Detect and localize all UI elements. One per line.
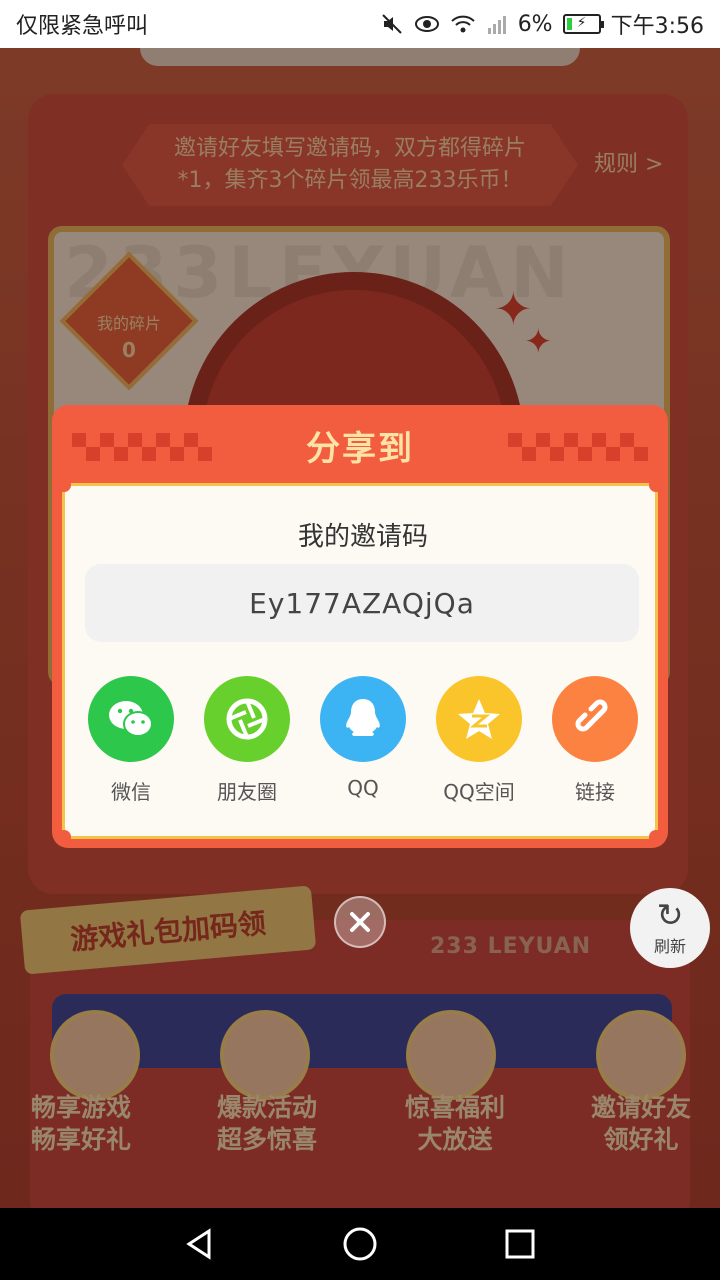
wifi-icon: [451, 15, 475, 33]
wechat-icon[interactable]: [88, 676, 174, 762]
corner-decoration: [649, 830, 663, 844]
share-label: 微信: [111, 780, 151, 804]
home-icon: [343, 1227, 377, 1261]
battery-percent: 6%: [517, 11, 553, 37]
refresh-label: 刷新: [653, 937, 686, 956]
system-nav-bar: [0, 1208, 720, 1280]
dialog-body: 我的邀请码 Ey177AZAQjQa 微信 朋友圈 QQ QQ空间 链接: [57, 478, 663, 844]
carrier-text: 仅限紧急呼叫: [16, 14, 149, 39]
refresh-icon: ↻: [656, 896, 684, 934]
mute-icon: [381, 14, 402, 34]
share-label: QQ空间: [443, 780, 515, 804]
share-link-button[interactable]: 链接: [540, 676, 650, 805]
share-moments-button[interactable]: 朋友圈: [192, 676, 302, 805]
invite-code-field[interactable]: Ey177AZAQjQa: [85, 564, 639, 642]
signal-icon: [487, 16, 506, 34]
back-icon: [186, 1228, 211, 1260]
battery-icon: ⚡: [562, 14, 604, 34]
qq-icon[interactable]: [320, 676, 406, 762]
home-button[interactable]: [330, 1214, 390, 1274]
close-icon: [350, 912, 370, 932]
back-button[interactable]: [170, 1214, 230, 1274]
eye-icon: [414, 16, 439, 32]
recents-button[interactable]: [490, 1214, 550, 1274]
dialog-title: 分享到: [306, 429, 414, 469]
corner-decoration: [57, 478, 71, 492]
status-bar: 仅限紧急呼叫 6% ⚡ 下午3:56: [0, 0, 720, 48]
recents-icon: [505, 1229, 535, 1259]
share-options: 微信 朋友圈 QQ QQ空间 链接: [65, 676, 661, 805]
share-label: QQ: [347, 776, 379, 800]
share-label: 链接: [575, 780, 615, 804]
share-qq-button[interactable]: QQ: [308, 676, 418, 805]
corner-decoration: [57, 830, 71, 844]
moments-icon[interactable]: [204, 676, 290, 762]
qzone-icon[interactable]: [436, 676, 522, 762]
close-dialog-button[interactable]: [334, 896, 386, 948]
refresh-button[interactable]: ↻ 刷新: [630, 888, 710, 968]
clock: 下午3:56: [610, 14, 704, 39]
share-dialog: 分享到 我的邀请码 Ey177AZAQjQa 微信 朋友圈 QQ QQ空间 链接: [52, 405, 668, 848]
share-wechat-button[interactable]: 微信: [76, 676, 186, 805]
share-label: 朋友圈: [217, 780, 277, 804]
invite-code-label: 我的邀请码: [297, 522, 428, 552]
link-icon[interactable]: [552, 676, 638, 762]
status-icons: 6% ⚡ 下午3:56: [380, 8, 704, 40]
corner-decoration: [649, 478, 663, 492]
share-qzone-button[interactable]: QQ空间: [424, 676, 534, 805]
